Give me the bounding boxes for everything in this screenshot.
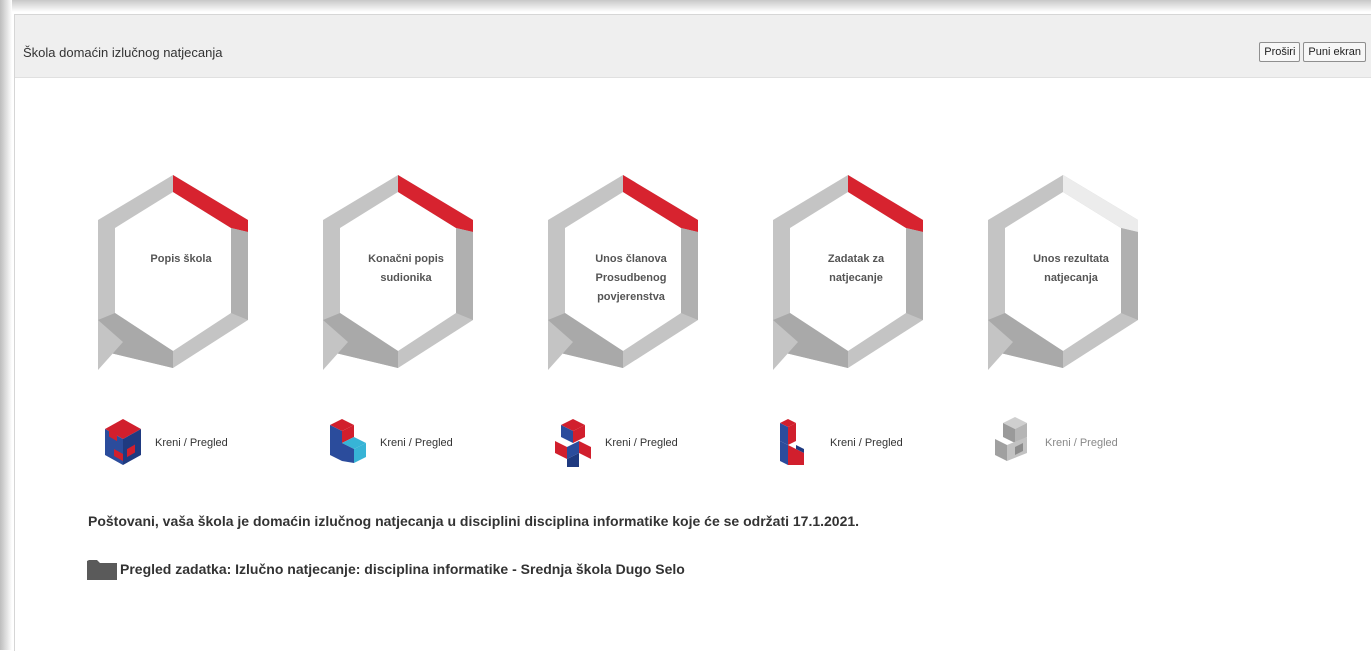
- step-label: Unos rezultata natjecanja: [1033, 253, 1109, 284]
- step-action-link[interactable]: Kreni / Pregled: [103, 415, 273, 475]
- step-action-label[interactable]: Kreni / Pregled: [1045, 437, 1118, 449]
- step-action-link[interactable]: Kreni / Pregled: [553, 415, 723, 475]
- step-label: Unos članova Prosudbenog povjerenstva: [595, 253, 667, 303]
- step-tile-competition-task[interactable]: Zadatak za natjecanje Kreni / Pregled: [768, 170, 943, 470]
- step-tile-final-participants[interactable]: Konačni popis sudionika Kreni / Pregled: [318, 170, 493, 470]
- host-notice-text: Poštovani, vaša škola je domaćin izlučno…: [88, 513, 860, 529]
- step-action-link[interactable]: Kreni / Pregled: [328, 415, 498, 475]
- expand-button[interactable]: Proširi: [1259, 42, 1301, 62]
- step-tile-committee-members[interactable]: Unos članova Prosudbenog povjerenstva Kr…: [543, 170, 718, 470]
- hexagon-badge-icon: [98, 175, 248, 370]
- step-tile-results-entry[interactable]: Unos rezultata natjecanja Kreni / Pregle…: [983, 170, 1158, 470]
- folder-icon: [87, 560, 117, 580]
- cube-steps-icon: [330, 419, 366, 463]
- step-action-label[interactable]: Kreni / Pregled: [155, 437, 228, 449]
- step-action-link[interactable]: Kreni / Pregled: [778, 415, 948, 475]
- cube-grey-icon: [995, 417, 1027, 461]
- step-action-label[interactable]: Kreni / Pregled: [380, 437, 453, 449]
- step-action-label[interactable]: Kreni / Pregled: [605, 437, 678, 449]
- step-action-link[interactable]: Kreni / Pregled: [993, 415, 1163, 475]
- task-preview-link[interactable]: Pregled zadatka: Izlučno natjecanje: dis…: [87, 558, 685, 580]
- cube-column-icon: [780, 419, 804, 465]
- header-buttons: Proširi Puni ekran: [1259, 42, 1366, 62]
- panel-header: Škola domaćin izlučnog natjecanja Prošir…: [15, 15, 1371, 78]
- step-action-label[interactable]: Kreni / Pregled: [830, 437, 903, 449]
- panel-title: Škola domaćin izlučnog natjecanja: [23, 45, 223, 60]
- window-shadow-top: [0, 0, 1371, 12]
- step-label: Konačni popis sudionika: [368, 253, 444, 284]
- step-label: Zadatak za natjecanje: [827, 253, 885, 284]
- window-shadow-left: [0, 0, 12, 650]
- cube-stack-icon: [555, 419, 591, 467]
- fullscreen-button[interactable]: Puni ekran: [1303, 42, 1366, 62]
- cube-grid-icon: [105, 419, 141, 465]
- step-tile-school-list[interactable]: Popis škola Kreni / Pregled: [93, 170, 268, 470]
- competition-host-panel: Škola domaćin izlučnog natjecanja Prošir…: [14, 14, 1371, 651]
- step-label: Popis škola: [150, 253, 212, 265]
- task-preview-label[interactable]: Pregled zadatka: Izlučno natjecanje: dis…: [120, 561, 685, 577]
